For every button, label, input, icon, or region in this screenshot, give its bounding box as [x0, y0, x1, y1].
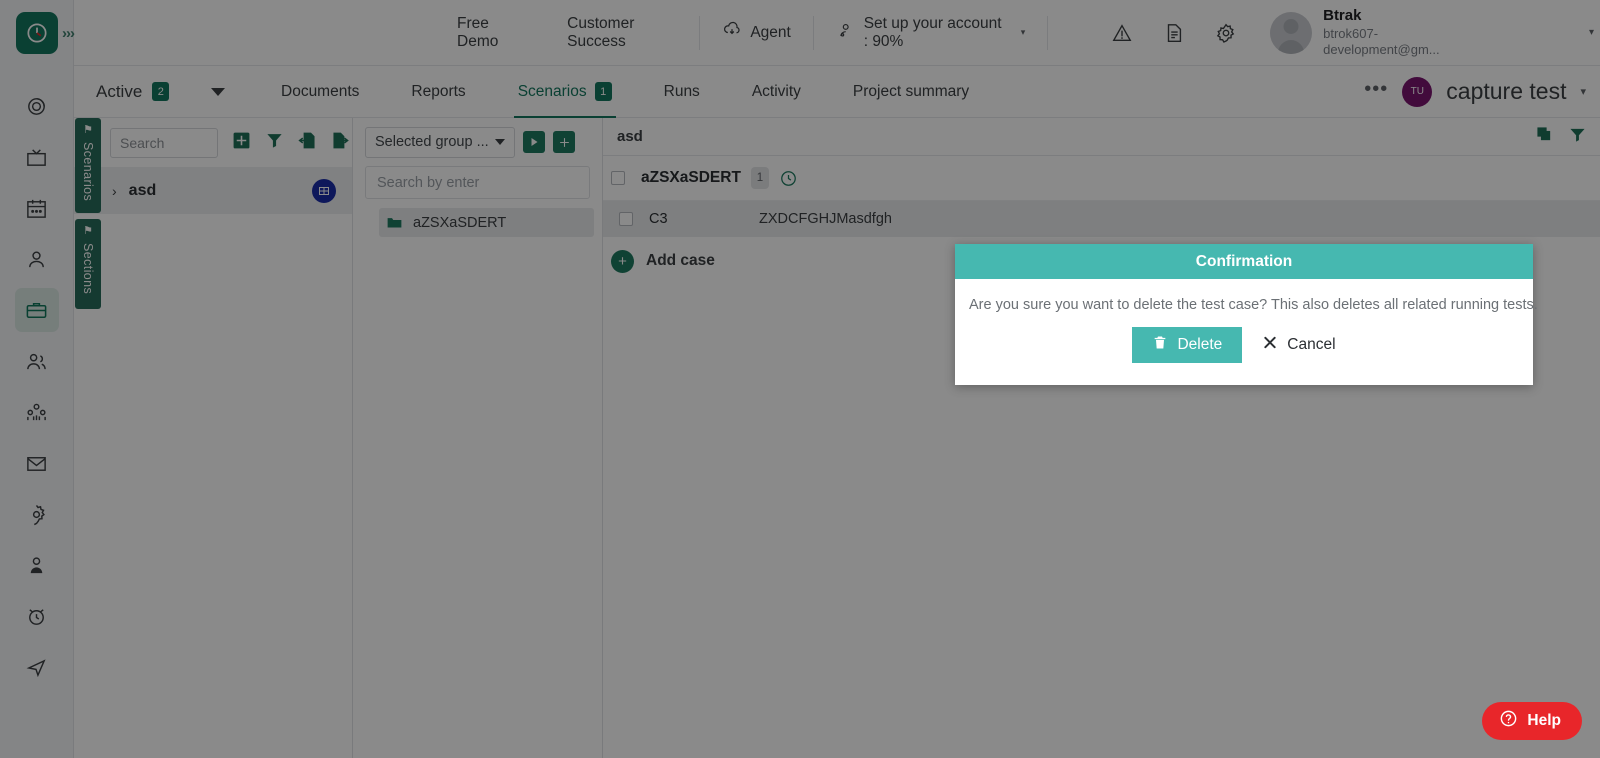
dialog-message: Are you sure you want to delete the test…: [969, 297, 1538, 313]
help-label: Help: [1527, 712, 1561, 729]
delete-button-label: Delete: [1177, 336, 1223, 353]
close-x-icon: [1262, 334, 1278, 356]
trash-icon: [1152, 334, 1168, 356]
dialog-body: Are you sure you want to delete the test…: [955, 279, 1538, 385]
dialog-actions: Delete Cancel: [969, 313, 1519, 385]
cancel-button-label: Cancel: [1287, 336, 1336, 353]
question-circle-icon: [1499, 709, 1518, 733]
confirmation-dialog: Confirmation Are you sure you want to de…: [955, 244, 1538, 385]
cancel-button[interactable]: Cancel: [1242, 327, 1356, 363]
dialog-title: Confirmation: [955, 244, 1533, 279]
help-button[interactable]: Help: [1482, 702, 1582, 740]
delete-button[interactable]: Delete: [1132, 327, 1243, 363]
app-root: ››› Free Demo Customer Success Agent Set…: [0, 0, 1600, 758]
